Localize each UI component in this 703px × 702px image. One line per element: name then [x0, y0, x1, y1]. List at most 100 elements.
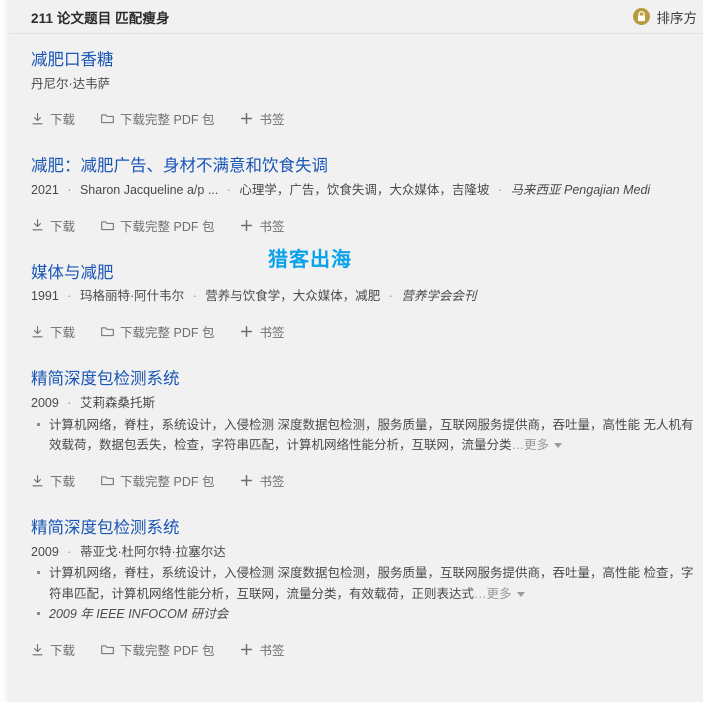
- result-actions: 下载 下载完整 PDF 包 书签: [31, 109, 695, 136]
- download-icon: [31, 325, 44, 338]
- keyword-block: 计算机网络，脊柱，系统设计，入侵检测 深度数据包检测，服务质量，互联网服务提供商…: [31, 415, 695, 456]
- bookmark-label: 书签: [259, 475, 285, 489]
- result-title-link[interactable]: 精简深度包检测系统: [31, 518, 695, 539]
- result-actions: 下载 下载完整 PDF 包 书签: [31, 249, 695, 349]
- more-label[interactable]: …更多: [512, 438, 550, 452]
- result-item: 减肥口香糖 丹尼尔·达韦萨 下载 下载完整 PDF 包 书签: [0, 34, 703, 140]
- result-actions: 下载 下载完整 PDF 包 书签: [31, 640, 695, 667]
- bookmark-label: 书签: [259, 219, 285, 234]
- download-label: 下载: [50, 326, 76, 341]
- more-label[interactable]: …更多: [474, 587, 512, 601]
- download-button[interactable]: 下载: [31, 471, 75, 490]
- result-title-link[interactable]: 媒体与减肥: [31, 263, 695, 284]
- bookmark-label: 书签: [259, 326, 285, 341]
- plus-icon: [240, 643, 253, 656]
- result-title-link[interactable]: 减肥：减肥广告、身材不满意和饮食失调: [31, 156, 695, 177]
- result-venue: 马来西亚 Pengajian Medi: [510, 183, 651, 197]
- result-meta: 2009 · 蒂亚戈·杜阿尔特·拉塞尔达: [31, 543, 695, 562]
- meta-separator-dot: ·: [192, 289, 197, 304]
- meta-separator-dot: ·: [497, 183, 503, 197]
- download-package-button[interactable]: 下载完整 PDF 包: [101, 471, 214, 490]
- folder-icon: [101, 219, 114, 232]
- download-package-button[interactable]: 下载完整 PDF 包: [101, 216, 214, 235]
- download-icon: [31, 112, 44, 125]
- result-title-link[interactable]: 减肥口香糖: [31, 50, 695, 71]
- bookmark-button[interactable]: 书签: [240, 322, 284, 341]
- folder-icon: [101, 112, 114, 125]
- bookmark-label: 书签: [259, 644, 285, 659]
- keyword-block: 计算机网络，脊柱，系统设计，入侵检测 深度数据包检测，服务质量，互联网服务提供商…: [31, 563, 695, 624]
- result-keywords: 心理学，广告，饮食失调，大众媒体，吉隆坡: [239, 183, 490, 197]
- download-label: 下载: [50, 219, 76, 234]
- keyword-line-venue: 2009 年 IEEE INFOCOM 研讨会: [31, 604, 695, 624]
- result-item: 减肥：减肥广告、身材不满意和饮食失调 2021 · Sharon Jacquel…: [0, 140, 703, 246]
- result-meta: 丹尼尔·达韦萨: [31, 75, 695, 94]
- results-list: 减肥口香糖 丹尼尔·达韦萨 下载 下载完整 PDF 包 书签 减肥：减肥广告、身…: [0, 34, 703, 671]
- keyword-line: 计算机网络，脊柱，系统设计，入侵检测 深度数据包检测，服务质量，互联网服务提供商…: [31, 563, 695, 604]
- folder-icon: [101, 643, 114, 656]
- result-year: 1991: [31, 289, 59, 304]
- download-label: 下载: [50, 644, 76, 659]
- plus-icon: [240, 112, 253, 125]
- download-label: 下载: [50, 113, 76, 128]
- result-authors: 丹尼尔·达韦萨: [31, 76, 111, 91]
- result-year: 2009: [31, 544, 59, 559]
- result-meta: 1991 · 玛格丽特·阿什韦尔 · 营养与饮食学，大众媒体，减肥 · 营养学会…: [31, 287, 695, 306]
- keyword-text: 计算机网络，脊柱，系统设计，入侵检测 深度数据包检测，服务质量，互联网服务提供商…: [49, 417, 694, 452]
- bookmark-button[interactable]: 书签: [240, 109, 284, 128]
- result-item: 媒体与减肥 1991 · 玛格丽特·阿什韦尔 · 营养与饮食学，大众媒体，减肥 …: [0, 247, 703, 353]
- result-actions: 下载 下载完整 PDF 包 书签: [31, 216, 695, 243]
- sort-label: 排序方: [656, 10, 698, 26]
- download-icon: [31, 643, 44, 656]
- chevron-down-icon[interactable]: [516, 591, 525, 597]
- meta-separator-dot: ·: [67, 183, 72, 197]
- bookmark-button[interactable]: 书签: [240, 216, 284, 235]
- download-package-button[interactable]: 下载完整 PDF 包: [101, 640, 214, 659]
- bookmark-button[interactable]: 书签: [240, 640, 284, 659]
- result-year: 2021: [31, 183, 59, 197]
- result-authors: 蒂亚戈·杜阿尔特·拉塞尔达: [79, 544, 226, 559]
- result-year: 2009: [31, 395, 59, 410]
- result-authors: Sharon Jacqueline a/p ...: [79, 183, 219, 197]
- download-package-button[interactable]: 下载完整 PDF 包: [101, 322, 214, 341]
- download-package-label: 下载完整 PDF 包: [120, 644, 215, 659]
- download-button[interactable]: 下载: [31, 216, 75, 235]
- result-title-link[interactable]: 精简深度包检测系统: [31, 369, 695, 390]
- download-package-label: 下载完整 PDF 包: [120, 475, 215, 489]
- result-meta: 2021 · Sharon Jacqueline a/p ... · 心理学，广…: [31, 181, 695, 200]
- result-meta: 2009 · 艾莉森桑托斯: [31, 394, 695, 413]
- meta-separator-dot: ·: [226, 183, 231, 197]
- download-button[interactable]: 下载: [31, 640, 75, 659]
- plus-icon: [240, 474, 253, 487]
- meta-separator-dot: ·: [67, 395, 72, 410]
- download-button[interactable]: 下载: [31, 322, 75, 341]
- result-authors: 玛格丽特·阿什韦尔: [79, 289, 185, 304]
- page-left-gutter: [0, 0, 9, 702]
- result-keywords: 营养与饮食学，大众媒体，减肥: [205, 289, 381, 304]
- plus-icon: [240, 325, 253, 338]
- download-icon: [31, 219, 44, 232]
- result-authors: 艾莉森桑托斯: [79, 395, 155, 410]
- download-button[interactable]: 下载: [31, 109, 75, 128]
- plus-icon: [240, 219, 253, 232]
- meta-separator-dot: ·: [388, 289, 393, 304]
- folder-icon: [101, 325, 114, 338]
- sort-control[interactable]: 排序方: [632, 7, 698, 27]
- bookmark-label: 书签: [259, 113, 285, 128]
- result-actions: 下载 下载完整 PDF 包 书签: [31, 471, 695, 498]
- download-label: 下载: [50, 475, 76, 489]
- download-package-label: 下载完整 PDF 包: [120, 219, 215, 234]
- keyword-text: 计算机网络，脊柱，系统设计，入侵检测 深度数据包检测，服务质量，互联网服务提供商…: [49, 566, 694, 601]
- keyword-line: 计算机网络，脊柱，系统设计，入侵检测 深度数据包检测，服务质量，互联网服务提供商…: [31, 415, 695, 456]
- download-package-label: 下载完整 PDF 包: [120, 326, 215, 341]
- search-results-page: 211 论文题目 匹配瘦身 排序方 减肥口香糖 丹尼尔·达韦萨 下载 下载完整 …: [0, 0, 703, 702]
- result-item: 精简深度包检测系统 2009 · 蒂亚戈·杜阿尔特·拉塞尔达 计算机网络，脊柱，…: [0, 502, 703, 671]
- venue-text: 2009 年 IEEE INFOCOM 研讨会: [49, 606, 229, 621]
- meta-separator-dot: ·: [67, 544, 72, 559]
- results-count-label: 211 论文题目 匹配瘦身: [31, 10, 170, 26]
- bookmark-button[interactable]: 书签: [240, 471, 284, 490]
- chevron-down-icon[interactable]: [554, 442, 563, 448]
- download-package-label: 下载完整 PDF 包: [120, 113, 215, 128]
- lock-icon: [632, 8, 650, 25]
- download-package-button[interactable]: 下载完整 PDF 包: [101, 109, 214, 128]
